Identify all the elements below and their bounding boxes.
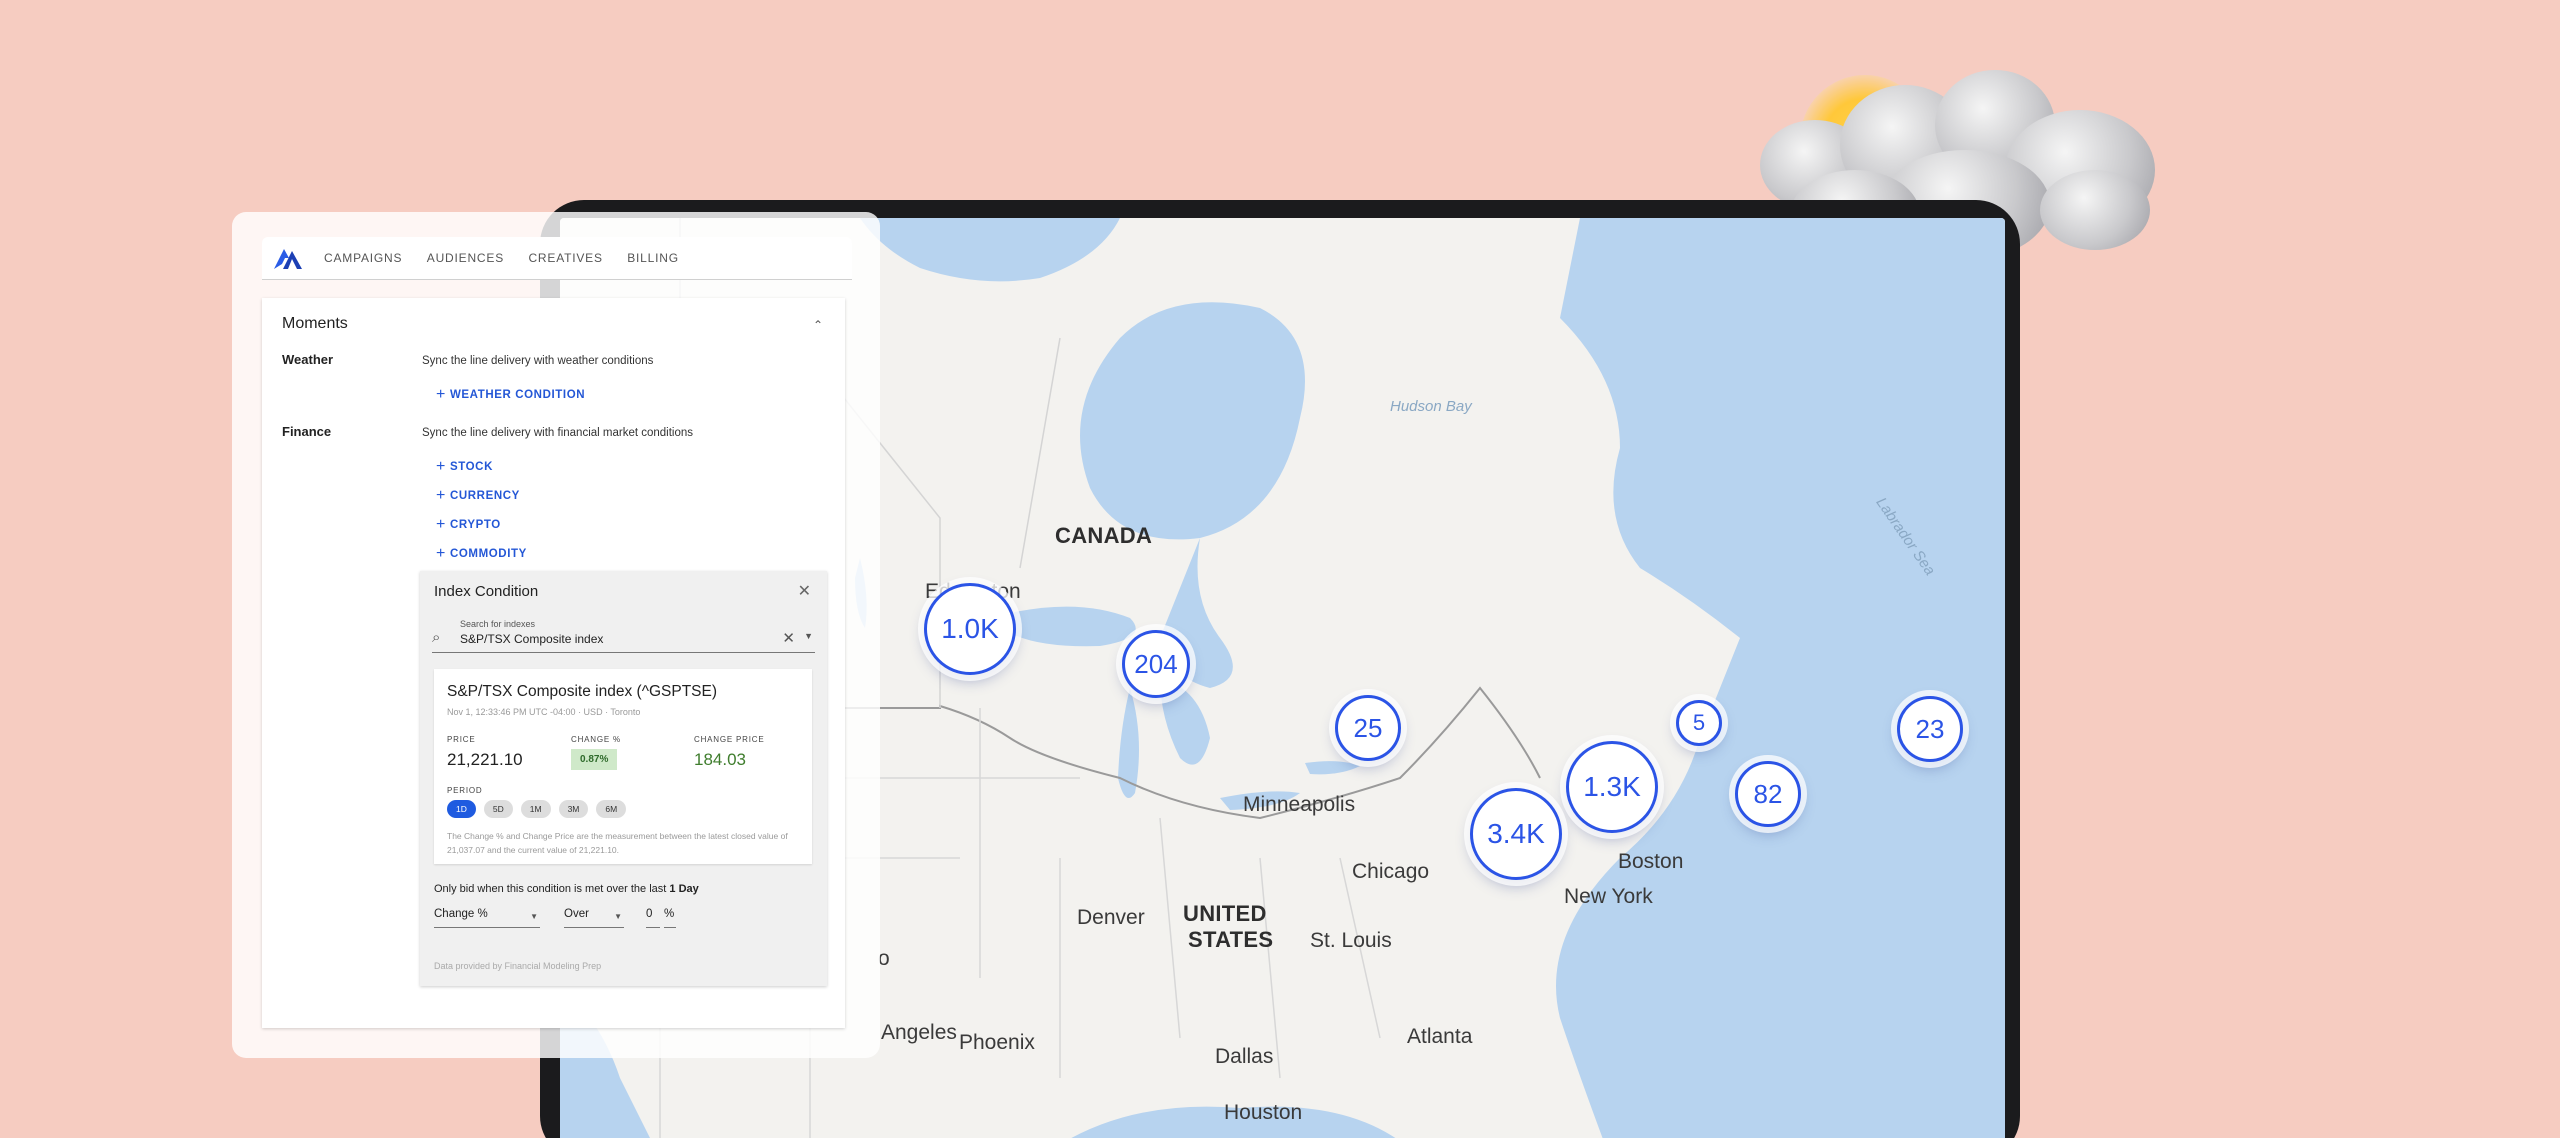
dropdown-arrow-icon: ▼: [530, 912, 538, 921]
weather-label: Weather: [282, 352, 334, 367]
add-currency-label: CURRENCY: [449, 490, 520, 502]
period-chip-1m[interactable]: 1M: [520, 800, 551, 818]
change-price-label: CHANGE PRICE: [694, 735, 765, 744]
metric-select[interactable]: Change % ▼: [434, 908, 540, 928]
period-selector: 1D 5D 1M 3M 6M: [447, 800, 634, 818]
operator-value: Over: [564, 908, 589, 920]
atlanta-label: Atlanta: [1407, 1025, 1473, 1048]
new-york-label: New York: [1564, 885, 1653, 908]
period-chip-5d[interactable]: 5D: [483, 800, 513, 818]
main-nav: CAMPAIGNS AUDIENCES CREATIVES BILLING: [324, 249, 699, 267]
finance-label: Finance: [282, 424, 332, 439]
close-icon[interactable]: ✕: [798, 581, 811, 601]
clear-icon[interactable]: ✕: [782, 629, 795, 647]
period-chip-6m[interactable]: 6M: [596, 800, 627, 818]
weather-description: Sync the line delivery with weather cond…: [422, 355, 654, 367]
nav-audiences[interactable]: AUDIENCES: [427, 251, 504, 265]
map-cluster[interactable]: 3.4K: [1470, 788, 1562, 880]
bid-text: Only bid when this condition is met over…: [434, 883, 667, 895]
search-label: Search for indexes: [460, 619, 536, 629]
index-condition-panel: Index Condition ✕ ⌕ Search for indexes S…: [420, 571, 827, 986]
nav-creatives[interactable]: CREATIVES: [528, 251, 602, 265]
st-louis-label: St. Louis: [1310, 929, 1392, 952]
moments-card: Moments ⌃ Weather Sync the line delivery…: [262, 298, 845, 1028]
dropdown-arrow-icon[interactable]: ▼: [804, 631, 813, 641]
add-weather-condition-label: WEATHER CONDITION: [449, 389, 586, 401]
map-cluster[interactable]: 204: [1122, 630, 1190, 698]
dropdown-arrow-icon: ▼: [614, 912, 622, 921]
plus-icon: +: [436, 516, 446, 533]
operator-select[interactable]: Over ▼: [564, 908, 624, 928]
map-cluster[interactable]: 1.0K: [924, 583, 1016, 675]
plus-icon: +: [436, 545, 446, 562]
change-pct-label: CHANGE %: [571, 735, 621, 744]
add-crypto-button[interactable]: + CRYPTO: [436, 516, 501, 534]
bid-period: 1 Day: [669, 883, 699, 895]
collapse-chevron-icon[interactable]: ⌃: [813, 318, 823, 332]
add-stock-button[interactable]: + STOCK: [436, 458, 493, 476]
add-commodity-button[interactable]: + COMMODITY: [436, 545, 527, 563]
add-weather-condition-button[interactable]: + WEATHER CONDITION: [436, 386, 585, 404]
top-nav-bar: CAMPAIGNS AUDIENCES CREATIVES BILLING: [262, 237, 852, 279]
finance-description: Sync the line delivery with financial ma…: [422, 427, 694, 439]
change-explanation-note: The Change % and Change Price are the me…: [447, 831, 788, 855]
period-chip-1d[interactable]: 1D: [447, 800, 476, 818]
minneapolis-label: Minneapolis: [1243, 793, 1356, 816]
hudson-bay-label: Hudson Bay: [1390, 398, 1472, 415]
map-cluster[interactable]: 1.3K: [1566, 741, 1658, 833]
logo-icon[interactable]: [272, 245, 304, 271]
united-label: UNITED: [1183, 901, 1267, 926]
moments-title: Moments: [282, 315, 348, 332]
los-angeles-label: Angeles: [881, 1021, 957, 1044]
plus-icon: +: [436, 458, 446, 475]
add-currency-button[interactable]: + CURRENCY: [436, 487, 520, 505]
dallas-label: Dallas: [1215, 1045, 1274, 1068]
price-label: PRICE: [447, 735, 476, 744]
add-crypto-label: CRYPTO: [449, 519, 501, 531]
period-label: PERIOD: [447, 786, 483, 795]
phoenix-label: Phoenix: [959, 1031, 1035, 1054]
chicago-label: Chicago: [1352, 860, 1430, 883]
add-commodity-label: COMMODITY: [449, 548, 527, 560]
bid-condition-text: Only bid when this condition is met over…: [434, 883, 699, 895]
search-value[interactable]: S&P/TSX Composite index: [460, 632, 603, 646]
map-cluster[interactable]: 82: [1735, 761, 1801, 827]
stock-meta: Nov 1, 12:33:46 PM UTC -04:00 · USD · To…: [447, 707, 641, 717]
price-value: 21,221.10: [447, 750, 523, 769]
houston-label: Houston: [1224, 1101, 1303, 1124]
search-icon: ⌕: [432, 629, 441, 646]
index-search-input[interactable]: ⌕ Search for indexes S&P/TSX Composite i…: [432, 619, 815, 653]
add-stock-label: STOCK: [449, 461, 493, 473]
nav-billing[interactable]: BILLING: [627, 251, 679, 265]
boston-label: Boston: [1618, 850, 1684, 873]
stock-summary-card: S&P/TSX Composite index (^GSPTSE) Nov 1,…: [434, 669, 812, 864]
canada-label: CANADA: [1055, 523, 1153, 548]
states-label: STATES: [1188, 927, 1274, 952]
plus-icon: +: [436, 487, 446, 504]
change-pct-badge: 0.87%: [571, 749, 618, 770]
metric-value: Change %: [434, 908, 488, 920]
map-cluster[interactable]: 5: [1676, 700, 1722, 746]
change-price-value: 184.03: [694, 750, 746, 769]
threshold-input[interactable]: 0: [646, 908, 660, 928]
nav-campaigns[interactable]: CAMPAIGNS: [324, 251, 402, 265]
index-condition-title: Index Condition: [434, 583, 539, 600]
data-attribution: Data provided by Financial Modeling Prep: [434, 961, 602, 971]
threshold-unit: %: [664, 908, 676, 928]
map-cluster[interactable]: 23: [1897, 696, 1963, 762]
period-chip-3m[interactable]: 3M: [558, 800, 589, 818]
map-cluster[interactable]: 25: [1335, 695, 1401, 761]
denver-label: Denver: [1077, 906, 1145, 929]
plus-icon: +: [436, 386, 446, 403]
stock-name: S&P/TSX Composite index (^GSPTSE): [447, 683, 718, 700]
